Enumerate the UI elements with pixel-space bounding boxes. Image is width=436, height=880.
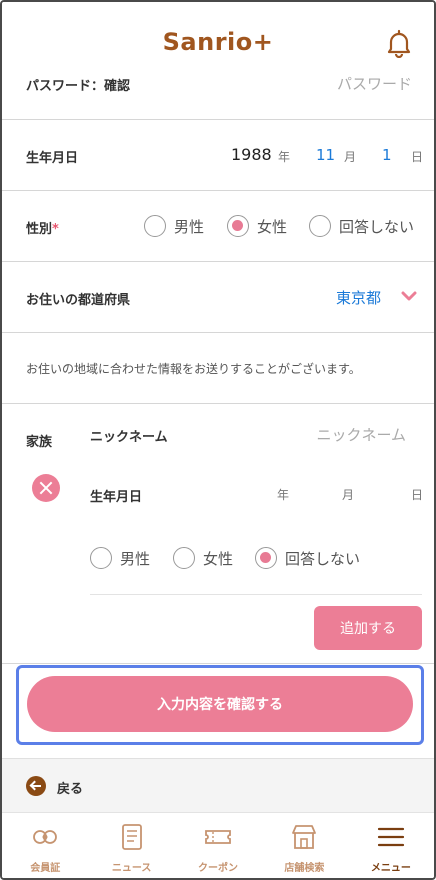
bell-icon[interactable]	[384, 28, 414, 58]
birthdate-row: 生年月日 1988 年 11 月 1 日	[2, 120, 434, 191]
confirm-focus-ring: 入力内容を確認する	[16, 665, 424, 745]
app-frame: Sanrio+ パスワード：確認 パスワード 生年月日 1988 年 11 月 …	[0, 0, 436, 880]
news-icon	[121, 824, 142, 850]
family-nickname-label: ニックネーム	[90, 430, 168, 445]
family-gender-option-female[interactable]: 女性	[173, 547, 233, 569]
coupon-icon	[205, 830, 231, 844]
tab-store-search[interactable]: 店舗検索	[261, 813, 347, 878]
family-nickname-input[interactable]: ニックネーム	[316, 424, 406, 445]
radio-circle[interactable]	[309, 215, 331, 237]
sanrio-logo[interactable]: Sanrio+	[2, 28, 434, 56]
header: Sanrio+	[2, 2, 434, 70]
gender-option-male[interactable]: 男性	[144, 215, 204, 237]
tab-menu[interactable]: メニュー	[348, 813, 434, 878]
gender-option-no-answer[interactable]: 回答しない	[309, 215, 414, 237]
radio-circle-selected[interactable]	[255, 547, 277, 569]
radio-circle-selected[interactable]	[227, 215, 249, 237]
confirm-input-button[interactable]: 入力内容を確認する	[27, 676, 413, 732]
store-icon	[292, 825, 317, 849]
day-unit: 日	[411, 150, 424, 164]
menu-icon	[377, 827, 404, 847]
family-month-select[interactable]: 月	[342, 486, 354, 503]
radio-circle[interactable]	[144, 215, 166, 237]
divider	[90, 594, 422, 595]
gender-option-female[interactable]: 女性	[227, 215, 287, 237]
family-gender-option-male[interactable]: 男性	[90, 547, 150, 569]
prefecture-note: お住いの地域に合わせた情報をお送りすることがございます。	[26, 362, 361, 376]
tab-bar: 会員証 ニュース クーポン 店舗検索 メニュー	[2, 812, 434, 878]
year-unit: 年	[278, 150, 291, 164]
month-unit: 月	[344, 150, 357, 164]
family-day-select[interactable]: 日	[411, 486, 423, 503]
chevron-down-icon[interactable]	[401, 290, 417, 302]
family-year-select[interactable]: 年	[277, 486, 289, 503]
password-confirm-input[interactable]: パスワード	[337, 73, 412, 94]
note-row: お住いの地域に合わせた情報をお送りすることがございます。	[2, 333, 434, 404]
prefecture-label: お住いの都道府県	[26, 293, 131, 308]
back-arrow-icon[interactable]	[26, 776, 46, 796]
gender-row: 性別* 男性 女性 回答しない	[2, 191, 434, 262]
radio-circle[interactable]	[173, 547, 195, 569]
gender-label: 性別*	[26, 222, 59, 237]
password-confirm-label: パスワード：確認	[26, 79, 131, 94]
birthdate-label: 生年月日	[26, 151, 79, 166]
prefecture-row: お住いの都道府県 東京都	[2, 262, 434, 333]
radio-circle[interactable]	[90, 547, 112, 569]
birth-month-select[interactable]: 11	[316, 146, 335, 164]
prefecture-select[interactable]: 東京都	[336, 287, 381, 308]
birth-day-select[interactable]: 1	[382, 146, 392, 164]
member-card-icon	[33, 830, 58, 844]
password-confirm-row: パスワード：確認 パスワード	[2, 70, 434, 120]
back-label[interactable]: 戻る	[57, 778, 83, 797]
family-birthdate-label: 生年月日	[90, 490, 143, 505]
add-family-button[interactable]: 追加する	[314, 606, 422, 650]
remove-family-button[interactable]	[32, 474, 60, 502]
tab-coupon[interactable]: クーポン	[175, 813, 261, 878]
tab-news[interactable]: ニュース	[88, 813, 174, 878]
family-gender-option-no-answer[interactable]: 回答しない	[255, 547, 360, 569]
required-mark: *	[52, 222, 59, 237]
tab-member-card[interactable]: 会員証	[2, 813, 88, 878]
family-label: 家族	[26, 435, 53, 450]
birth-year-select[interactable]: 1988	[231, 145, 272, 164]
back-bar[interactable]: 戻る	[2, 758, 434, 812]
